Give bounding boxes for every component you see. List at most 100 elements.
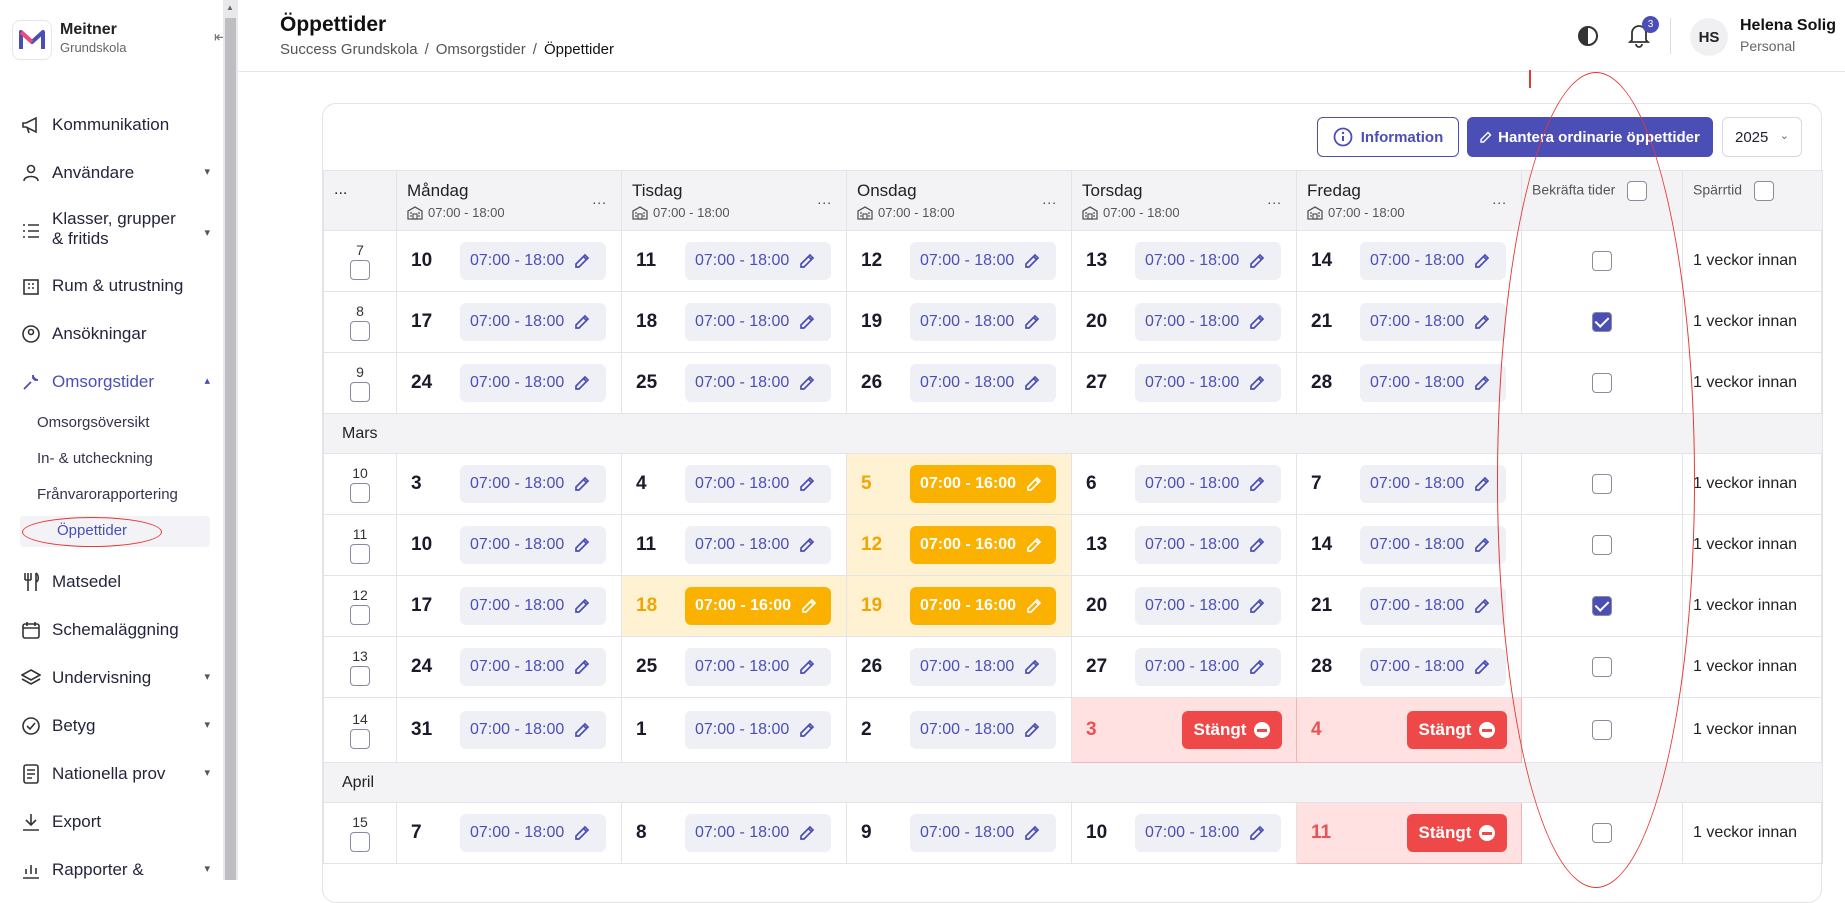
- hours-chip[interactable]: 07:00 - 16:00: [685, 587, 831, 625]
- hours-chip[interactable]: 07:00 - 18:00: [1360, 364, 1506, 402]
- hours-chip[interactable]: 07:00 - 18:00: [685, 242, 831, 280]
- nav-nationella[interactable]: Nationella prov ▾: [20, 760, 210, 788]
- day-cell[interactable]: 7 07:00 - 18:00: [1296, 453, 1522, 515]
- hours-chip[interactable]: 07:00 - 18:00: [460, 648, 606, 686]
- week-checkbox[interactable]: [350, 260, 370, 280]
- day-cell[interactable]: 13 07:00 - 18:00: [1071, 514, 1297, 576]
- day-menu-dots-icon[interactable]: ...: [817, 191, 832, 207]
- nav-matsedel[interactable]: Matsedel: [20, 568, 210, 596]
- closed-button[interactable]: Stängt: [1407, 814, 1507, 852]
- hours-chip[interactable]: 07:00 - 18:00: [1135, 242, 1281, 280]
- scroll-up-icon[interactable]: ▲: [226, 3, 234, 12]
- closed-button[interactable]: Stängt: [1182, 711, 1282, 749]
- hours-chip[interactable]: 07:00 - 18:00: [460, 587, 606, 625]
- day-cell[interactable]: 7 07:00 - 18:00: [396, 802, 622, 864]
- hours-chip[interactable]: 07:00 - 18:00: [685, 526, 831, 564]
- day-cell[interactable]: 13 07:00 - 18:00: [1071, 230, 1297, 292]
- subnav-incheckning[interactable]: In- & utcheckning: [37, 450, 153, 467]
- sperr-all-checkbox[interactable]: [1753, 181, 1774, 201]
- hours-chip[interactable]: 07:00 - 18:00: [1135, 303, 1281, 341]
- contrast-toggle-icon[interactable]: [1576, 24, 1600, 48]
- day-menu-dots-icon[interactable]: ...: [1267, 191, 1282, 207]
- hours-chip[interactable]: 07:00 - 18:00: [685, 711, 831, 749]
- day-cell[interactable]: 25 07:00 - 18:00: [621, 352, 847, 414]
- week-checkbox[interactable]: [350, 483, 370, 503]
- day-cell[interactable]: 17 07:00 - 18:00: [396, 291, 622, 353]
- week-checkbox[interactable]: [350, 382, 370, 402]
- day-menu-dots-icon[interactable]: ...: [592, 191, 607, 207]
- week-header[interactable]: ...: [323, 170, 397, 231]
- hours-chip[interactable]: 07:00 - 18:00: [1360, 303, 1506, 341]
- nav-ansokningar[interactable]: Ansökningar: [20, 320, 210, 348]
- brand[interactable]: Meitner Grundskola ⇤: [12, 18, 227, 60]
- nav-kommunikation[interactable]: Kommunikation: [20, 111, 210, 139]
- hours-chip[interactable]: 07:00 - 18:00: [685, 648, 831, 686]
- day-cell[interactable]: 12 07:00 - 18:00: [846, 230, 1072, 292]
- hours-chip[interactable]: 07:00 - 18:00: [1135, 465, 1281, 503]
- day-cell[interactable]: 26 07:00 - 18:00: [846, 352, 1072, 414]
- hours-chip[interactable]: 07:00 - 18:00: [1360, 587, 1506, 625]
- day-cell[interactable]: 24 07:00 - 18:00: [396, 636, 622, 698]
- day-cell[interactable]: 31 07:00 - 18:00: [396, 697, 622, 763]
- day-cell[interactable]: 10 07:00 - 18:00: [1071, 802, 1297, 864]
- hours-chip[interactable]: 07:00 - 18:00: [1360, 465, 1506, 503]
- day-cell[interactable]: 3 07:00 - 18:00: [396, 453, 622, 515]
- subnav-franvaro[interactable]: Frånvarorapportering: [37, 486, 178, 503]
- notifications-bell-icon[interactable]: 3: [1627, 16, 1659, 50]
- hours-chip[interactable]: 07:00 - 18:00: [1135, 814, 1281, 852]
- hours-chip[interactable]: 07:00 - 16:00: [910, 587, 1056, 625]
- day-cell[interactable]: 1 07:00 - 18:00: [621, 697, 847, 763]
- day-cell[interactable]: 26 07:00 - 18:00: [846, 636, 1072, 698]
- nav-undervisning[interactable]: Undervisning ▾: [20, 664, 210, 692]
- day-cell[interactable]: 4 Stängt: [1296, 697, 1522, 763]
- hours-chip[interactable]: 07:00 - 18:00: [910, 648, 1056, 686]
- breadcrumb-link[interactable]: Success Grundskola: [280, 41, 418, 58]
- hours-chip[interactable]: 07:00 - 18:00: [1360, 526, 1506, 564]
- day-cell[interactable]: 10 07:00 - 18:00: [396, 230, 622, 292]
- day-cell[interactable]: 8 07:00 - 18:00: [621, 802, 847, 864]
- hours-chip[interactable]: 07:00 - 16:00: [910, 465, 1056, 503]
- hours-chip[interactable]: 07:00 - 18:00: [460, 814, 606, 852]
- subnav-omsorgsoversikt[interactable]: Omsorgsöversikt: [37, 414, 150, 431]
- day-cell[interactable]: 21 07:00 - 18:00: [1296, 575, 1522, 637]
- day-cell[interactable]: 12 07:00 - 16:00: [846, 514, 1072, 576]
- hours-chip[interactable]: 07:00 - 18:00: [460, 242, 606, 280]
- day-menu-dots-icon[interactable]: ...: [1492, 191, 1507, 207]
- hours-chip[interactable]: 07:00 - 18:00: [1135, 648, 1281, 686]
- week-checkbox[interactable]: [350, 666, 370, 686]
- day-cell[interactable]: 10 07:00 - 18:00: [396, 514, 622, 576]
- scrollbar-thumb[interactable]: [225, 18, 236, 880]
- day-cell[interactable]: 20 07:00 - 18:00: [1071, 291, 1297, 353]
- day-cell[interactable]: 17 07:00 - 18:00: [396, 575, 622, 637]
- nav-omsorgstider[interactable]: Omsorgstider ▴: [20, 368, 210, 396]
- week-checkbox[interactable]: [350, 605, 370, 625]
- hours-chip[interactable]: 07:00 - 18:00: [460, 364, 606, 402]
- day-cell[interactable]: 4 07:00 - 18:00: [621, 453, 847, 515]
- day-menu-dots-icon[interactable]: ...: [1042, 191, 1057, 207]
- nav-betyg[interactable]: Betyg ▾: [20, 712, 210, 740]
- hours-chip[interactable]: 07:00 - 18:00: [685, 364, 831, 402]
- nav-export[interactable]: Export: [20, 808, 210, 836]
- nav-rum[interactable]: Rum & utrustning: [20, 272, 210, 300]
- day-cell[interactable]: 21 07:00 - 18:00: [1296, 291, 1522, 353]
- sidebar-scrollbar[interactable]: ▲: [223, 0, 238, 880]
- day-cell[interactable]: 11 07:00 - 18:00: [621, 514, 847, 576]
- hours-chip[interactable]: 07:00 - 18:00: [1135, 526, 1281, 564]
- week-checkbox[interactable]: [350, 321, 370, 341]
- day-cell[interactable]: 18 07:00 - 18:00: [621, 291, 847, 353]
- dots-icon[interactable]: ...: [334, 181, 347, 198]
- nav-klasser[interactable]: Klasser, grupper & fritids ▾: [20, 209, 210, 253]
- day-cell[interactable]: 11 07:00 - 18:00: [621, 230, 847, 292]
- day-cell[interactable]: 19 07:00 - 18:00: [846, 291, 1072, 353]
- hours-chip[interactable]: 07:00 - 18:00: [685, 465, 831, 503]
- day-cell[interactable]: 28 07:00 - 18:00: [1296, 352, 1522, 414]
- hours-chip[interactable]: 07:00 - 18:00: [685, 814, 831, 852]
- day-cell[interactable]: 14 07:00 - 18:00: [1296, 514, 1522, 576]
- hours-chip[interactable]: 07:00 - 16:00: [910, 526, 1056, 564]
- day-cell[interactable]: 18 07:00 - 16:00: [621, 575, 847, 637]
- day-cell[interactable]: 14 07:00 - 18:00: [1296, 230, 1522, 292]
- hours-chip[interactable]: 07:00 - 18:00: [910, 364, 1056, 402]
- week-checkbox[interactable]: [350, 729, 370, 749]
- hours-chip[interactable]: 07:00 - 18:00: [460, 303, 606, 341]
- nav-schemalaggning[interactable]: Schemaläggning: [20, 616, 210, 644]
